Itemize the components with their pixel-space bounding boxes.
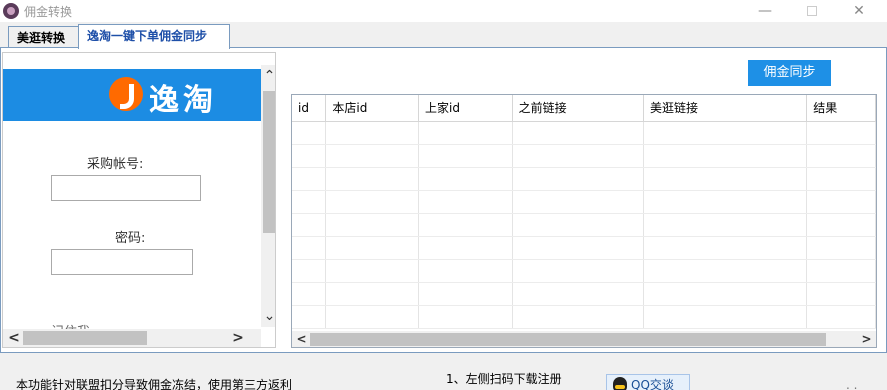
left-vertical-scrollbar[interactable]: ⌃ ⌄ <box>261 65 275 327</box>
close-button[interactable]: ✕ <box>836 0 882 22</box>
table-row <box>292 121 876 145</box>
commission-sync-button[interactable]: 佣金同步 <box>748 60 831 86</box>
left-hscroll-thumb[interactable] <box>23 331 147 345</box>
table-row <box>292 282 876 306</box>
scroll-left-icon[interactable]: < <box>5 329 23 347</box>
table-row <box>292 167 876 191</box>
table-horizontal-scrollbar[interactable]: < > <box>292 331 876 347</box>
table-row <box>292 259 876 283</box>
scroll-down-icon[interactable]: ⌄ <box>261 307 275 325</box>
password-label: 密码: <box>115 231 146 246</box>
results-table: id 本店id 上家id 之前链接 美逛链接 结果 < > <box>291 94 877 348</box>
qq-penguin-icon <box>613 377 627 390</box>
tab-yitao-commission-sync[interactable]: 逸淘一键下单佣金同步 <box>78 24 230 49</box>
account-input[interactable] <box>51 175 201 201</box>
column-header-result[interactable]: 结果 <box>806 95 876 122</box>
yitao-logo-text: 逸淘 <box>149 83 217 118</box>
yitao-logo-icon <box>109 77 143 111</box>
table-scroll-left-icon[interactable]: < <box>293 331 310 347</box>
column-header-id[interactable]: id <box>292 95 327 122</box>
scroll-right-icon[interactable]: > <box>229 329 247 347</box>
column-header-previous-link[interactable]: 之前链接 <box>512 95 644 122</box>
footer-dots: . . <box>846 378 858 390</box>
column-header-shop-id[interactable]: 本店id <box>325 95 419 122</box>
table-row <box>292 190 876 214</box>
tab-strip: 美逛转换 逸淘一键下单佣金同步 <box>0 24 887 49</box>
left-horizontal-scrollbar[interactable]: < > <box>3 329 261 347</box>
app-icon <box>3 3 19 19</box>
login-browser-pane: 逸淘 采购帐号: 密码: 记住我 ⌃ ⌄ < > <box>2 52 276 348</box>
minimize-button[interactable]: — <box>742 0 788 22</box>
column-header-upstream-id[interactable]: 上家id <box>418 95 513 122</box>
scroll-up-icon[interactable]: ⌃ <box>261 67 275 85</box>
table-hscroll-thumb[interactable] <box>310 333 826 346</box>
window-title: 佣金转换 <box>24 5 73 19</box>
table-scroll-right-icon[interactable]: > <box>858 331 875 347</box>
maximize-button[interactable] <box>789 0 835 22</box>
table-row <box>292 213 876 237</box>
table-row <box>292 236 876 260</box>
qq-chat-label: QQ交谈 <box>631 378 674 390</box>
title-bar: 佣金转换 — ✕ <box>0 0 887 22</box>
account-label: 采购帐号: <box>87 157 144 172</box>
maximize-icon <box>807 6 817 16</box>
footer-note: 本功能针对联盟扣分导致佣金冻结，使用第三方返利 <box>16 378 293 390</box>
yitao-banner: 逸淘 <box>3 69 261 121</box>
tab-meiguang-convert[interactable]: 美逛转换 <box>8 26 80 48</box>
table-header-row: id 本店id 上家id 之前链接 美逛链接 结果 <box>292 95 876 122</box>
table-row <box>292 144 876 168</box>
table-row <box>292 305 876 329</box>
step-one-text: 1、左侧扫码下载注册 <box>446 372 562 386</box>
qq-chat-button[interactable]: QQ交谈 <box>606 374 690 390</box>
left-vscroll-thumb[interactable] <box>263 91 275 233</box>
column-header-meiguang-link[interactable]: 美逛链接 <box>643 95 808 122</box>
password-input[interactable] <box>51 249 193 275</box>
